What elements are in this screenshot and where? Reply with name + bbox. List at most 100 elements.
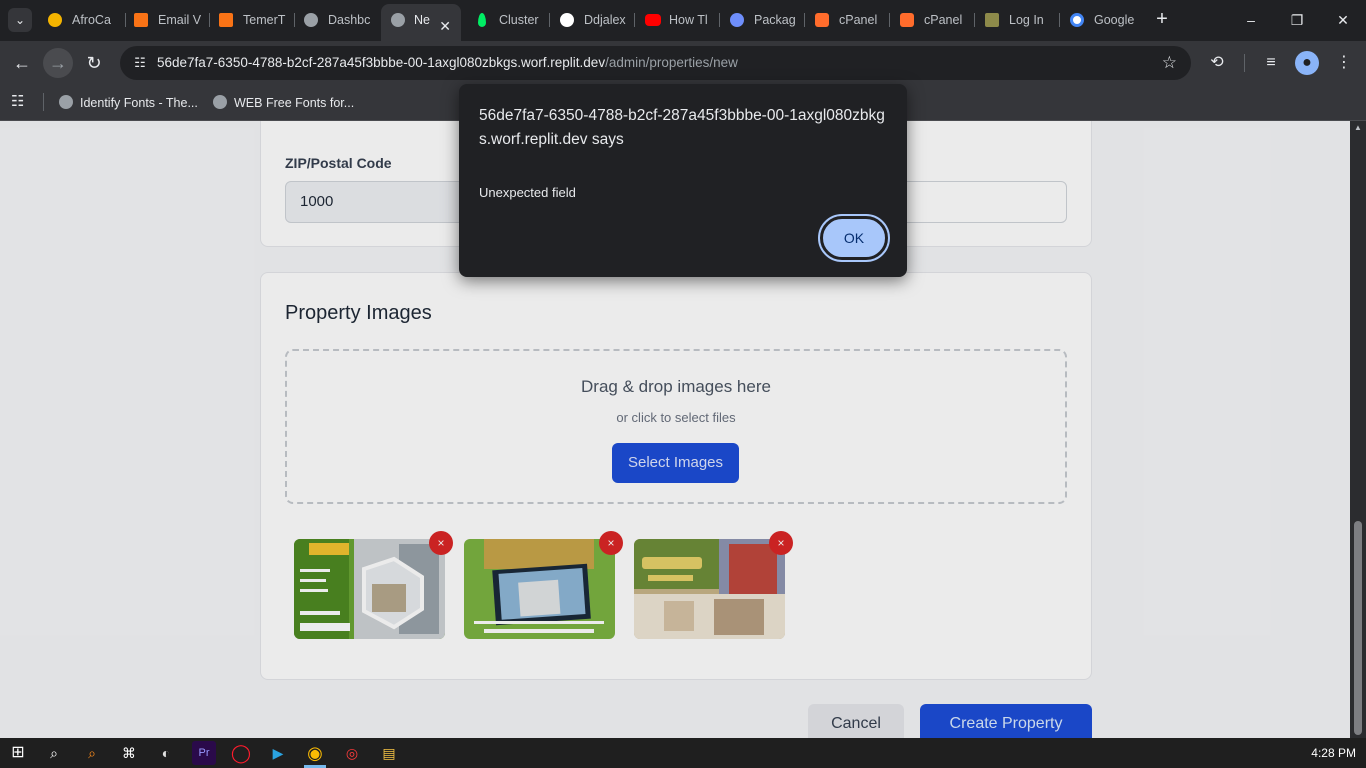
remove-image-icon[interactable]: × bbox=[769, 531, 793, 555]
address-bar[interactable]: ☷ 56de7fa7-6350-4788-b2cf-287a45f3bbbe-0… bbox=[120, 46, 1191, 80]
scroll-up-arrow-icon[interactable]: ▲ bbox=[1352, 123, 1364, 135]
tab-login[interactable]: Log In bbox=[985, 6, 1055, 34]
new-tab-button[interactable]: + bbox=[1150, 8, 1174, 32]
tab-separator bbox=[549, 13, 550, 27]
bookmark-label: Identify Fonts - The... bbox=[80, 96, 198, 110]
tab-github[interactable]: Ddjalex bbox=[560, 6, 630, 34]
cpanel-icon bbox=[815, 13, 829, 27]
globe-icon bbox=[391, 13, 405, 27]
image-dropzone[interactable]: Drag & drop images here or click to sele… bbox=[285, 349, 1067, 504]
windows-taskbar: ⊞ ⌕ ⌕ ⌘ ◐ Pr ◯ ▶ ◉ ◎ ▤ 4:28 PM bbox=[0, 738, 1366, 768]
search-icon[interactable]: ⌕ bbox=[42, 741, 66, 765]
property-photo-2 bbox=[464, 539, 615, 639]
tab-separator bbox=[125, 13, 126, 27]
login-icon bbox=[985, 13, 999, 27]
reload-icon[interactable]: ↻ bbox=[79, 48, 109, 78]
image-thumbnail bbox=[634, 539, 785, 639]
tab-package[interactable]: Packag bbox=[730, 6, 800, 34]
dropzone-subtitle: or click to select files bbox=[616, 410, 736, 425]
close-tab-icon[interactable]: ✕ bbox=[439, 12, 451, 40]
ok-button[interactable]: OK bbox=[818, 214, 890, 262]
tab-email[interactable]: Email V bbox=[134, 6, 204, 34]
tab-afrocart[interactable]: AfroCa bbox=[48, 6, 123, 34]
globe-icon bbox=[304, 13, 318, 27]
bookmark-web-free-fonts[interactable]: WEB Free Fonts for... bbox=[213, 91, 354, 115]
file-explorer-icon[interactable]: ▤ bbox=[377, 741, 401, 765]
image-thumbnail bbox=[464, 539, 615, 639]
tab-separator bbox=[209, 13, 210, 27]
windows-start-icon[interactable]: ⊞ bbox=[6, 741, 30, 765]
cancel-button[interactable]: Cancel bbox=[808, 704, 904, 738]
tab-temer[interactable]: TemerT bbox=[219, 6, 289, 34]
capcut-icon[interactable]: ⌘ bbox=[117, 741, 141, 765]
taskbar-clock[interactable]: 4:28 PM bbox=[1311, 738, 1356, 768]
url-text[interactable]: 56de7fa7-6350-4788-b2cf-287a45f3bbbe-00-… bbox=[157, 46, 738, 80]
create-property-button[interactable]: Create Property bbox=[920, 704, 1092, 738]
zip-label: ZIP/Postal Code bbox=[285, 155, 392, 171]
tab-cpanel-1[interactable]: cPanel bbox=[815, 6, 885, 34]
chrome-icon[interactable]: ◉ bbox=[303, 741, 327, 765]
web-icon bbox=[730, 13, 744, 27]
tab-separator bbox=[974, 13, 975, 27]
globe-icon bbox=[213, 95, 227, 109]
minimize-icon[interactable]: – bbox=[1228, 0, 1274, 40]
url-host: 56de7fa7-6350-4788-b2cf-287a45f3bbbe-00-… bbox=[157, 55, 606, 70]
tab-youtube[interactable]: How Tl bbox=[645, 6, 715, 34]
github-icon bbox=[560, 13, 574, 27]
globe-icon bbox=[59, 95, 73, 109]
property-photo-3 bbox=[634, 539, 785, 639]
target-app-icon[interactable]: ◎ bbox=[340, 741, 364, 765]
dialog-message: Unexpected field bbox=[479, 185, 576, 200]
back-arrow-icon[interactable]: ← bbox=[7, 48, 37, 78]
site-settings-icon[interactable]: ☷ bbox=[128, 51, 152, 75]
more-menu-icon[interactable]: ⋮ bbox=[1332, 51, 1356, 75]
tab-separator bbox=[804, 13, 805, 27]
tab-cpanel-2[interactable]: cPanel bbox=[900, 6, 970, 34]
tab-new-property-active[interactable]: Ne ✕ bbox=[381, 4, 461, 41]
tab-separator bbox=[1059, 13, 1060, 27]
select-images-button[interactable]: Select Images bbox=[612, 443, 739, 483]
tab-cluster[interactable]: Cluster bbox=[475, 6, 545, 34]
cpanel-icon bbox=[900, 13, 914, 27]
orange-app-icon bbox=[219, 13, 233, 27]
dialog-title: 56de7fa7-6350-4788-b2cf-287a45f3bbbe-00-… bbox=[479, 107, 885, 148]
tab-separator bbox=[719, 13, 720, 27]
tab-dashboard[interactable]: Dashbc bbox=[304, 6, 374, 34]
apps-grid-icon[interactable]: ☷ bbox=[11, 93, 29, 111]
tab-separator bbox=[634, 13, 635, 27]
browser-toolbar: ← → ↻ ☷ 56de7fa7-6350-4788-b2cf-287a45f3… bbox=[0, 41, 1366, 85]
afrocart-icon bbox=[48, 13, 62, 27]
alert-dialog: 56de7fa7-6350-4788-b2cf-287a45f3bbbe-00-… bbox=[459, 84, 907, 277]
bookmark-star-icon[interactable]: ☆ bbox=[1162, 46, 1177, 80]
dropzone-title: Drag & drop images here bbox=[581, 377, 771, 396]
magnifier-app-icon[interactable]: ⌕ bbox=[80, 741, 104, 765]
property-images-title: Property Images bbox=[285, 302, 432, 324]
premiere-pro-icon[interactable]: Pr bbox=[192, 741, 216, 765]
media-controls-icon[interactable]: ≡ bbox=[1259, 51, 1283, 75]
image-thumbnail bbox=[294, 539, 445, 639]
tab-search-dropdown-icon[interactable]: ⌄ bbox=[8, 8, 32, 32]
mongodb-leaf-icon bbox=[478, 13, 486, 27]
url-path: /admin/properties/new bbox=[605, 55, 738, 70]
opera-icon[interactable]: ◯ bbox=[229, 741, 253, 765]
tab-google[interactable]: Google bbox=[1070, 6, 1140, 34]
telegram-icon[interactable]: ▶ bbox=[266, 741, 290, 765]
forward-arrow-icon[interactable]: → bbox=[43, 48, 73, 78]
media-app-icon[interactable]: ◐ bbox=[154, 741, 178, 765]
profile-avatar-icon[interactable]: ● bbox=[1295, 51, 1319, 75]
close-window-icon[interactable]: ✕ bbox=[1320, 0, 1366, 40]
remove-image-icon[interactable]: × bbox=[429, 531, 453, 555]
restore-icon[interactable]: ❐ bbox=[1274, 0, 1320, 40]
bookmarks-separator bbox=[43, 93, 44, 111]
orange-app-icon bbox=[134, 13, 148, 27]
property-photo-1 bbox=[294, 539, 445, 639]
scrollbar-thumb[interactable] bbox=[1354, 521, 1362, 735]
bookmark-label: WEB Free Fonts for... bbox=[234, 96, 355, 110]
history-icon[interactable]: ⟲ bbox=[1205, 51, 1229, 75]
tab-strip: ⌄ AfroCa Email V TemerT Dashbc Ne ✕ Clus… bbox=[0, 0, 1366, 41]
remove-image-icon[interactable]: × bbox=[599, 531, 623, 555]
google-icon bbox=[1070, 13, 1084, 27]
bookmark-identify-fonts[interactable]: Identify Fonts - The... bbox=[59, 91, 198, 115]
tab-separator bbox=[294, 13, 295, 27]
toolbar-separator bbox=[1244, 54, 1245, 72]
